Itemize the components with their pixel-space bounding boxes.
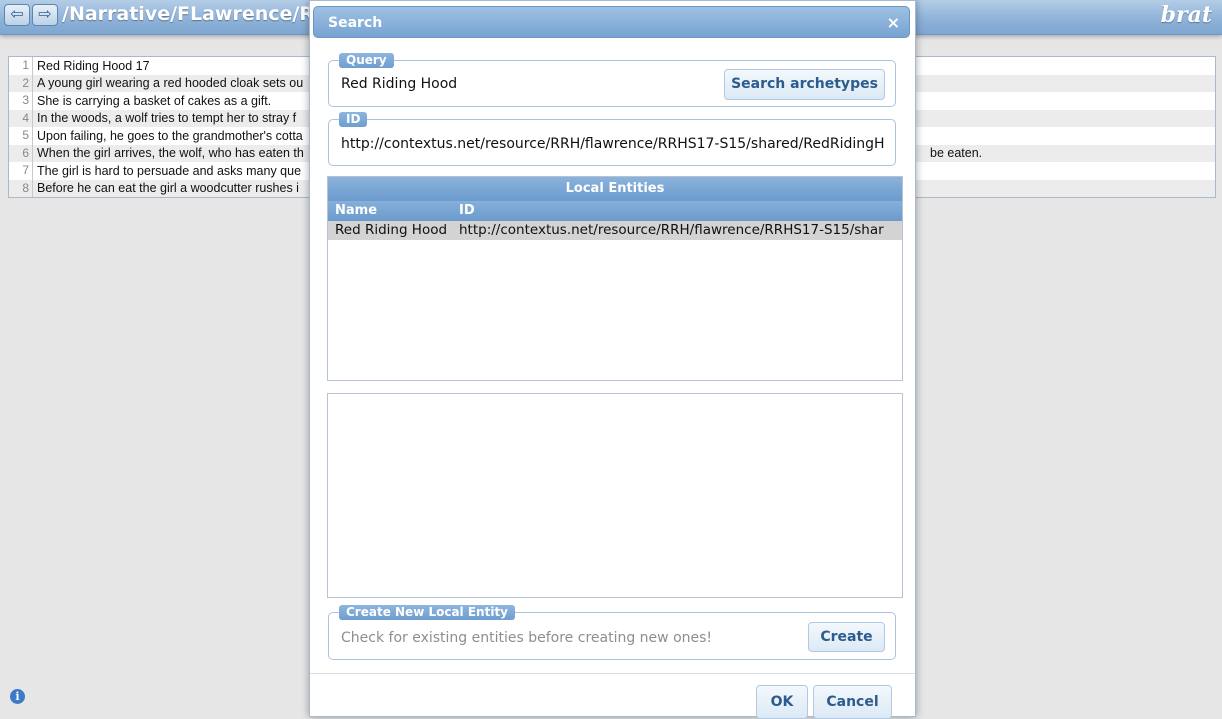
line-text: A young girl wearing a red hooded cloak … — [37, 76, 304, 91]
line-text: The girl is hard to persuade and asks ma… — [37, 163, 302, 178]
line-number: 6 — [9, 144, 33, 162]
id-input[interactable]: http://contextus.net/resource/RRH/flawre… — [341, 136, 886, 152]
create-entity-fieldset: Create New Local Entity Check for existi… — [328, 605, 896, 660]
table-row[interactable]: Red Riding Hood http://contextus.net/res… — [328, 221, 902, 240]
line-number: 4 — [9, 109, 33, 127]
line-text: She is carrying a basket of cakes as a g… — [37, 93, 272, 108]
line-number: 1 — [9, 57, 33, 75]
line-number: 7 — [9, 162, 33, 180]
line-number: 3 — [9, 92, 33, 110]
query-fieldset: Query Red Riding Hood Search archetypes — [328, 53, 896, 107]
dialog-title: Search — [328, 15, 383, 31]
left-arrow-icon[interactable]: ⇦ — [4, 4, 30, 26]
line-number: 2 — [9, 74, 33, 92]
results-panel[interactable] — [327, 393, 903, 598]
query-input[interactable]: Red Riding Hood — [341, 76, 711, 92]
cancel-button[interactable]: Cancel — [813, 685, 892, 719]
search-archetypes-button[interactable]: Search archetypes — [724, 69, 885, 100]
line-text: In the woods, a wolf tries to tempt her … — [37, 111, 297, 126]
line-text-continuation: be eaten. — [930, 146, 983, 161]
local-entities-table: Local Entities Name ID Red Riding Hood h… — [327, 176, 903, 381]
table-header: Name ID — [328, 201, 902, 221]
line-text: Before he can eat the girl a woodcutter … — [37, 181, 299, 196]
right-arrow-icon[interactable]: ⇨ — [32, 4, 58, 26]
query-legend: Query — [339, 53, 394, 68]
button-pane-divider — [310, 673, 915, 674]
close-icon[interactable]: × — [887, 13, 900, 32]
create-entity-legend: Create New Local Entity — [339, 605, 515, 620]
line-number: 5 — [9, 127, 33, 145]
id-legend: ID — [339, 112, 368, 127]
line-number: 8 — [9, 179, 33, 197]
local-entities-caption: Local Entities — [328, 177, 902, 201]
entity-id: http://contextus.net/resource/RRH/flawre… — [459, 222, 884, 238]
search-dialog: Search × Query Red Riding Hood Search ar… — [309, 0, 916, 719]
column-header-name[interactable]: Name — [335, 201, 377, 221]
line-text: Upon failing, he goes to the grandmother… — [37, 128, 303, 143]
column-header-id[interactable]: ID — [459, 201, 475, 221]
line-text: Red Riding Hood 17 — [37, 58, 150, 73]
create-entity-hint: Check for existing entities before creat… — [341, 630, 713, 646]
info-icon[interactable]: i — [10, 689, 25, 704]
dialog-titlebar[interactable]: Search × — [313, 6, 910, 38]
brat-logo: brat — [1160, 2, 1212, 28]
id-fieldset: ID http://contextus.net/resource/RRH/fla… — [328, 112, 896, 166]
entity-name: Red Riding Hood — [335, 222, 448, 238]
ok-button[interactable]: OK — [756, 685, 808, 719]
create-button[interactable]: Create — [808, 622, 885, 652]
line-text: When the girl arrives, the wolf, who has… — [37, 146, 304, 161]
